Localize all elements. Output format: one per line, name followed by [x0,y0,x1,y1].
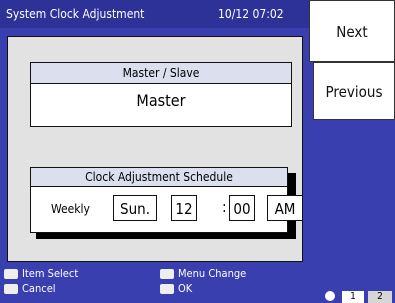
schedule-heading: Clock Adjustment Schedule [31,168,287,187]
master-slave-heading: Master / Slave [31,63,291,84]
next-button[interactable]: Next [309,0,395,62]
menu-change-label: Menu Change [178,267,247,280]
master-slave-value: Master [136,91,186,110]
ok-label: OK [178,282,193,295]
cancel-key-icon [4,284,18,294]
title-bar: System Clock Adjustment 10/12 07:02 [0,0,309,28]
menu-key-icon [160,269,174,279]
schedule-frequency: Weekly [51,202,90,216]
master-slave-box[interactable]: Master / Slave Master [30,62,292,127]
previous-button[interactable]: Previous [313,62,395,120]
page-title: System Clock Adjustment [6,7,145,21]
day-field[interactable]: Sun. [113,195,157,221]
cancel-label: Cancel [22,282,56,295]
minute-field[interactable]: 00 [229,195,255,221]
schedule-box: Clock Adjustment Schedule Weekly Sun. 12… [30,167,303,233]
item-select-label: Item Select [22,267,79,280]
footer: Item Select Cancel Menu Change OK 1 2 [0,266,395,303]
arrows-key-icon [4,269,18,279]
datetime: 10/12 07:02 [218,7,284,21]
ampm-field[interactable]: AM [267,195,303,221]
schedule-row: Weekly Sun. 12 : 00 AM [31,192,303,222]
page-current: 1 [342,291,364,303]
time-separator: : [222,198,227,216]
side-empty [309,120,395,266]
page-icon [325,291,335,301]
hour-field[interactable]: 12 [171,195,197,221]
page-total: 2 [368,291,392,303]
ok-key-icon [160,284,174,294]
